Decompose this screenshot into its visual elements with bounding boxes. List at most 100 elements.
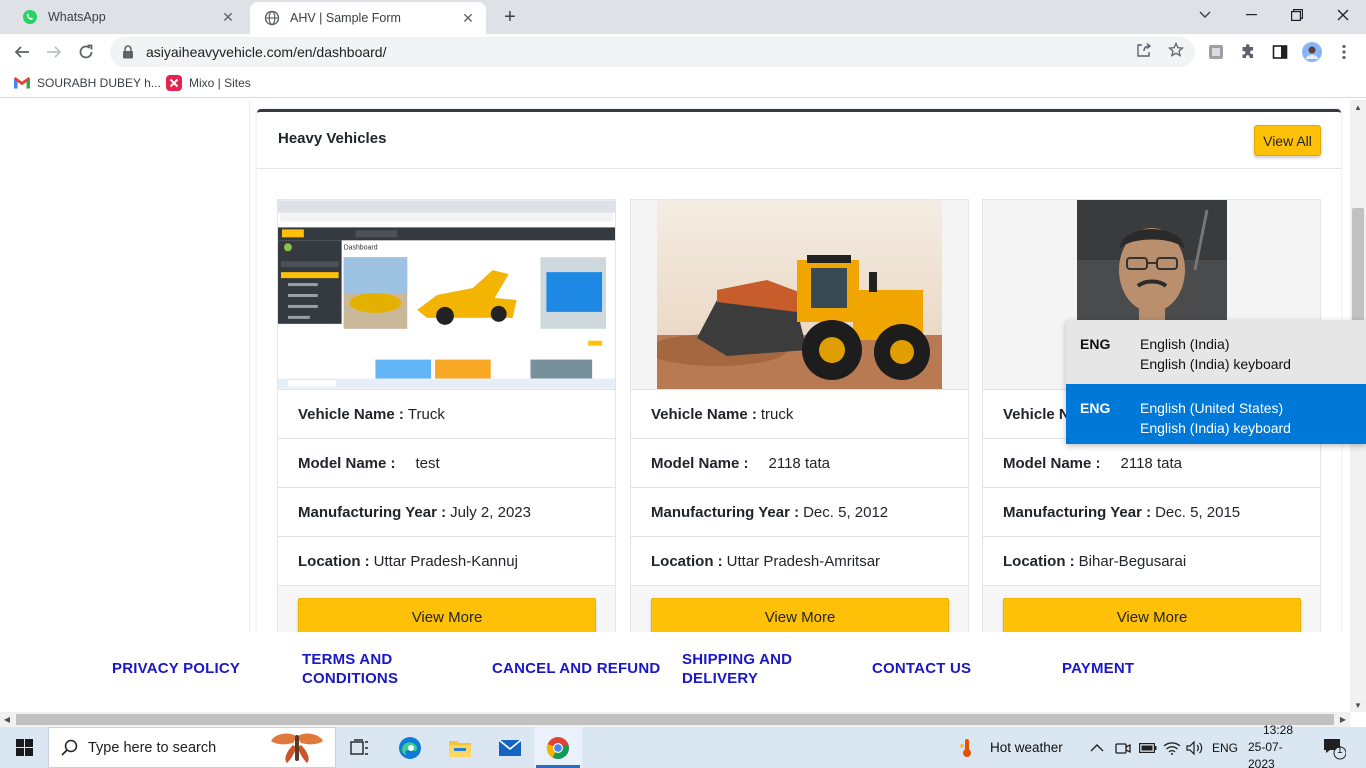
vehicle-name-label: Vehicle Name : [651,405,757,423]
bookmark-gmail[interactable]: SOURABH DUBEY h... [14,75,161,91]
language-code: ENG [1080,336,1111,352]
close-tab-icon[interactable]: ✕ [220,9,236,25]
footer-link-cancel-and-refund[interactable]: CANCEL AND REFUND [492,659,682,678]
whatsapp-icon [22,9,38,25]
manufacturing-year-label: Manufacturing Year : [651,503,800,521]
edge-browser-icon[interactable] [386,727,434,768]
search-highlight-icon [269,731,325,765]
bookmarks-bar: SOURABH DUBEY h... Mixo | Sites [0,70,1366,98]
sidebar-area [0,100,250,632]
notification-count: 1 [1337,745,1343,756]
close-tab-icon[interactable]: ✕ [460,10,476,26]
scroll-up-arrow-icon[interactable]: ▲ [1350,100,1366,114]
location-label: Location : [1003,552,1075,570]
footer-link-terms-and-conditions[interactable]: TERMS AND CONDITIONS [302,650,422,688]
new-tab-button[interactable]: + [498,5,522,29]
browser-tab-strip: WhatsApp ✕ AHV | Sample Form ✕ + [0,0,1366,34]
scrollbar-thumb[interactable] [16,714,1334,725]
vehicle-name-row: Vehicle Name : Truck [278,389,615,438]
restore-button[interactable] [1274,0,1320,30]
battery-icon[interactable] [1139,727,1157,768]
scroll-right-arrow-icon[interactable]: ▶ [1336,712,1350,727]
file-explorer-icon[interactable] [436,727,484,768]
tab-title: AHV | Sample Form [290,11,401,25]
tab-ahv-sample-form[interactable]: AHV | Sample Form ✕ [250,2,486,34]
volume-icon[interactable] [1186,727,1204,768]
forward-icon[interactable] [42,40,66,64]
globe-icon [264,10,280,26]
manufacturing-year-value: Dec. 5, 2012 [803,503,889,521]
view-all-button[interactable]: View All [1254,125,1321,156]
extensions-puzzle-icon[interactable] [1238,42,1258,62]
taskbar-search-box[interactable]: Type here to search [48,727,336,768]
share-icon[interactable] [1135,41,1153,59]
tab-whatsapp[interactable]: WhatsApp ✕ [8,0,246,34]
back-icon[interactable] [10,40,34,64]
profile-avatar-icon[interactable] [1302,42,1322,62]
model-name-value: test [415,454,440,472]
model-name-row: Model Name : test [278,438,615,487]
model-name-value: 2118 tata [768,454,830,472]
footer-link-shipping-and-delivery[interactable]: SHIPPING AND DELIVERY [682,650,812,688]
vehicle-image[interactable]: Dashboard [278,200,615,389]
lock-icon[interactable] [120,44,136,60]
notification-center-icon[interactable]: 1 [1322,727,1346,768]
clock[interactable]: 13:28 25-07-2023 [1248,723,1308,768]
keyboard-name: English (India) keyboard [1140,420,1291,436]
vehicle-name-value: truck [760,405,794,423]
clock-time: 13:28 [1262,723,1294,737]
vehicle-image[interactable] [631,200,968,389]
minimize-button[interactable] [1228,0,1274,30]
close-window-button[interactable] [1320,0,1366,30]
horizontal-scrollbar[interactable]: ◀ ▶ [0,712,1350,727]
scroll-down-arrow-icon[interactable]: ▼ [1350,698,1366,712]
panel-header: Heavy Vehicles View All [257,112,1341,169]
reload-icon[interactable] [74,40,98,64]
search-placeholder: Type here to search [88,739,217,756]
search-icon [61,739,78,756]
language-code: ENG [1080,400,1111,416]
model-name-label: Model Name : [1003,454,1101,472]
mail-icon[interactable] [486,727,534,768]
model-name-label: Model Name : [298,454,396,472]
site-footer: PRIVACY POLICY TERMS AND CONDITIONS CANC… [0,632,1350,712]
bookmark-label: Mixo | Sites [189,76,251,90]
address-bar[interactable]: asiyaiheavyvehicle.com/en/dashboard/ [110,37,1195,67]
language-name: English (India) [1140,336,1230,352]
extension-grey-icon[interactable] [1206,42,1226,62]
gmail-icon [14,75,30,91]
model-name-row: Model Name : 2118 tata [631,438,968,487]
clock-date: 25-07-2023 [1248,740,1283,768]
footer-link-contact-us[interactable]: CONTACT US [872,659,1002,678]
manufacturing-year-value: Dec. 5, 2015 [1155,503,1241,521]
vehicle-name-label: Vehicle Name : [298,405,404,423]
input-language-indicator[interactable]: ENG [1212,727,1238,768]
bookmark-mixo[interactable]: Mixo | Sites [166,75,251,91]
windows-taskbar: Type here to search Hot weather ENG 13:2… [0,723,1366,768]
menu-dots-icon[interactable] [1334,42,1354,62]
language-option-english-united-states[interactable]: ENG English (United States) English (Ind… [1066,384,1366,444]
vehicle-name-row: Vehicle Name : truck [631,389,968,438]
thermometer-icon [958,738,976,758]
vehicle-card: Vehicle Name : truck Model Name : 2118 t… [630,199,969,650]
weather-widget[interactable]: Hot weather [958,727,1063,768]
scroll-left-arrow-icon[interactable]: ◀ [0,712,14,727]
footer-link-payment[interactable]: PAYMENT [1062,659,1162,678]
language-option-english-india[interactable]: ENG English (India) English (India) keyb… [1066,320,1366,380]
url-text: asiyaiheavyvehicle.com/en/dashboard/ [146,44,387,60]
show-hidden-icons-chevron-icon[interactable] [1090,727,1104,768]
wifi-icon[interactable] [1163,727,1181,768]
model-name-row: Model Name : 2118 tata [983,438,1320,487]
side-panel-icon[interactable] [1270,42,1290,62]
mixo-icon [166,75,182,91]
manufacturing-year-label: Manufacturing Year : [1003,503,1152,521]
footer-link-privacy-policy[interactable]: PRIVACY POLICY [112,659,262,678]
tab-search-chevron-icon[interactable] [1182,0,1228,30]
tab-title: WhatsApp [48,10,106,24]
chrome-icon[interactable] [534,727,582,768]
windows-start-icon[interactable] [0,727,48,768]
bookmark-star-icon[interactable] [1167,41,1185,59]
task-view-icon[interactable] [336,727,384,768]
manufacturing-year-value: July 2, 2023 [450,503,531,521]
meet-now-icon[interactable] [1115,727,1131,768]
